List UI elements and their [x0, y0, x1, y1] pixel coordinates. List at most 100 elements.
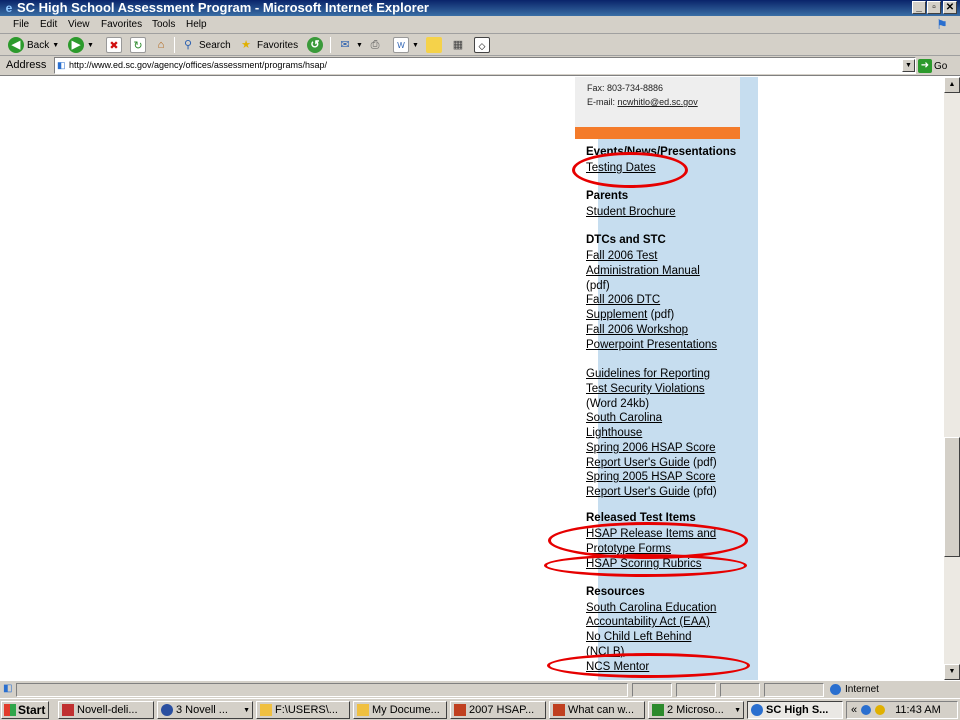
fall-test-manual-link-line2[interactable]: Administration Manual [586, 264, 700, 278]
stop-icon: ✖ [106, 37, 122, 53]
toolbar: ◀ Back ▼ ▶ ▼ ✖ ↻ ⌂ ⚲ Search ★ Favorites … [0, 34, 960, 56]
taskbar-item-microsoft-group[interactable]: 2 Microso... ▼ [648, 701, 744, 719]
pfd-note: (pfd) [689, 486, 717, 498]
messenger-button[interactable]: ◇ [474, 36, 490, 54]
folder-icon [260, 704, 272, 716]
menu-file[interactable]: File [13, 19, 29, 30]
fall-workshop-link-line2[interactable]: Powerpoint Presentations [586, 338, 717, 352]
scroll-up-icon[interactable]: ▲ [944, 77, 960, 93]
eaa-link[interactable]: South Carolina Education [586, 601, 716, 615]
page-content: Fax: 803-734-8886 E-mail: ncwhitlo@ed.sc… [0, 77, 944, 680]
fall-dtc-supplement-link-line2[interactable]: Supplement (pdf) [586, 308, 674, 322]
pdf-note: (pdf) [689, 457, 717, 469]
status-bar: ◧ Internet [0, 680, 960, 698]
minimize-button[interactable]: _ [912, 1, 926, 14]
print-button[interactable]: ⎙ [367, 36, 383, 54]
contact-fax: Fax: 803-734-8886 [587, 83, 664, 93]
menu-edit[interactable]: Edit [40, 19, 57, 30]
tray-expand-icon[interactable]: « [851, 704, 857, 716]
discuss-button[interactable] [426, 36, 442, 54]
highlight-ellipse-testing-dates [572, 152, 688, 188]
guidelines-link[interactable]: Guidelines for Reporting [586, 367, 710, 381]
research-button[interactable]: ▦ [450, 36, 466, 54]
go-label: Go [934, 60, 948, 72]
tray-security-icon[interactable] [875, 705, 886, 715]
page-icon: ◧ [57, 60, 66, 70]
stop-button[interactable]: ✖ [106, 36, 122, 54]
menu-tools[interactable]: Tools [152, 19, 175, 30]
app-icon [553, 704, 565, 716]
mail-button[interactable]: ✉ ▼ [337, 36, 363, 54]
status-panel [632, 683, 672, 697]
address-dropdown-icon[interactable]: ▼ [902, 59, 915, 72]
vertical-scrollbar[interactable]: ▲ ▼ [944, 77, 960, 680]
forward-button[interactable]: ▶ ▼ [68, 36, 94, 54]
lighthouse-link-line2[interactable]: Lighthouse [586, 426, 642, 440]
fall-workshop-link[interactable]: Fall 2006 Workshop [586, 323, 688, 337]
scroll-thumb[interactable] [944, 437, 960, 557]
history-button[interactable]: ↺ [307, 36, 323, 54]
app-icon [62, 704, 74, 716]
spring-2005-guide-link[interactable]: Spring 2005 HSAP Score [586, 470, 716, 484]
favorites-button[interactable]: ★ Favorites [238, 36, 298, 54]
edit-dropdown-icon[interactable]: ▼ [412, 42, 419, 49]
maximize-button[interactable]: ▫ [927, 1, 941, 14]
taskbar-item-my-documents[interactable]: My Docume... [353, 701, 447, 719]
nclb-link[interactable]: No Child Left Behind [586, 630, 691, 644]
mail-icon: ✉ [340, 39, 350, 51]
menu-favorites[interactable]: Favorites [101, 19, 142, 30]
taskbar-item-what-can[interactable]: What can w... [549, 701, 645, 719]
menu-view[interactable]: View [68, 19, 90, 30]
scroll-down-icon[interactable]: ▼ [944, 664, 960, 680]
home-button[interactable]: ⌂ [153, 36, 169, 54]
back-button[interactable]: ◀ Back ▼ [8, 36, 59, 54]
research-icon: ▦ [452, 39, 464, 51]
forward-dropdown-icon[interactable]: ▼ [87, 42, 94, 49]
resources-heading: Resources [586, 586, 645, 598]
status-panel [720, 683, 760, 697]
back-dropdown-icon[interactable]: ▼ [52, 42, 59, 49]
spring-2005-guide-link-line2[interactable]: Report User's Guide (pfd) [586, 485, 717, 499]
search-button[interactable]: ⚲ Search [180, 36, 231, 54]
title-bar: e SC High School Assessment Program - Mi… [0, 0, 960, 16]
close-button[interactable]: ✕ [943, 1, 957, 14]
fall-dtc-supplement-link[interactable]: Fall 2006 DTC [586, 293, 660, 307]
address-bar: Address ◧ http://www.ed.sc.gov/agency/of… [0, 56, 960, 76]
email-link[interactable]: ncwhitlo@ed.sc.gov [618, 97, 698, 107]
tray-network-icon[interactable] [861, 705, 872, 715]
task-label: F:\USERS\... [275, 704, 338, 716]
taskbar-item-sc-high-school[interactable]: SC High S... [747, 701, 843, 719]
ie-icon [751, 704, 763, 716]
start-button[interactable]: Start [1, 701, 49, 719]
spring-2006-guide-link[interactable]: Spring 2006 HSAP Score [586, 441, 716, 455]
address-input[interactable]: ◧ http://www.ed.sc.gov/agency/offices/as… [54, 57, 916, 74]
refresh-button[interactable]: ↻ [130, 36, 146, 54]
go-button[interactable]: ➜ Go [918, 58, 947, 74]
taskbar-item-novell-delivery[interactable]: Novell-deli... [58, 701, 154, 719]
guidelines-link-line2[interactable]: Test Security Violations [586, 382, 705, 396]
task-label: Novell-deli... [77, 704, 138, 716]
student-brochure-link[interactable]: Student Brochure [586, 205, 676, 219]
highlight-ellipse-scoring-rubrics [544, 554, 747, 577]
edit-word-button[interactable]: W ▼ [393, 36, 419, 54]
favorites-star-icon: ★ [241, 39, 251, 51]
pdf-note: (pdf) [647, 309, 675, 321]
eaa-link-line2[interactable]: Accountability Act (EAA) [586, 615, 710, 629]
taskbar-item-novell-group[interactable]: 3 Novell ... ▼ [157, 701, 253, 719]
task-label: SC High S... [766, 704, 829, 716]
menu-bar: File Edit View Favorites Tools Help ⚑ [0, 16, 960, 34]
word-note: (Word 24kb) [586, 398, 650, 410]
mail-dropdown-icon[interactable]: ▼ [356, 42, 363, 49]
toolbar-separator [330, 37, 331, 53]
spring-2006-guide-link-line2[interactable]: Report User's Guide (pdf) [586, 456, 717, 470]
toolbar-separator [174, 37, 175, 53]
go-arrow-icon: ➜ [918, 59, 932, 73]
taskbar-item-users-folder[interactable]: F:\USERS\... [256, 701, 350, 719]
menu-help[interactable]: Help [186, 19, 207, 30]
lighthouse-link[interactable]: South Carolina [586, 411, 662, 425]
fall-test-manual-link[interactable]: Fall 2006 Test [586, 249, 657, 263]
print-icon: ⎙ [370, 39, 380, 51]
system-tray: « 11:43 AM [846, 701, 958, 719]
taskbar-item-hsap-doc[interactable]: 2007 HSAP... [450, 701, 546, 719]
windows-logo-icon [4, 704, 16, 716]
